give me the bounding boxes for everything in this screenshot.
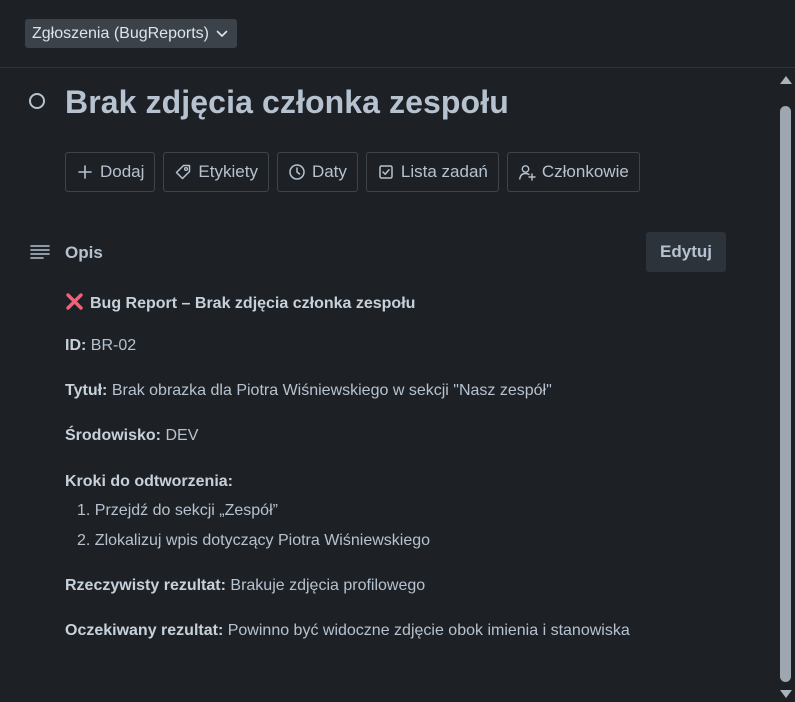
card-header: Zgłoszenia (BugReports) [0,0,795,68]
labels-button-label: Etykiety [198,162,258,181]
scroll-down-arrow-icon[interactable] [780,690,792,698]
members-button[interactable]: Członkowie [506,152,640,192]
actual-result-value: Brakuje zdjęcia profilowego [230,577,426,594]
plus-icon [76,163,94,181]
members-button-label: Członkowie [541,162,629,181]
title-label: Tytuł: [65,382,108,399]
steps-heading: Kroki do odtworzenia: [65,473,233,491]
chevron-down-icon [215,27,229,41]
card-complete-checkbox[interactable] [29,93,45,109]
cross-mark-icon [65,292,84,311]
environment-line: Środowisko: DEV [65,427,198,445]
description-label: Opis [65,243,103,262]
checklist-button[interactable]: Lista zadań [365,152,499,192]
checklist-button-label: Lista zadań [400,162,488,181]
labels-button[interactable]: Etykiety [163,152,269,192]
scroll-up-arrow-icon[interactable] [780,76,792,84]
vertical-scrollbar[interactable] [777,70,795,702]
list-item: 2. Zlokalizuj wpis dotyczący Piotra Wiśn… [77,532,431,549]
card-title[interactable]: Brak zdjęcia członka zespołu [65,84,509,121]
clock-icon [288,163,306,181]
scroll-thumb[interactable] [780,106,791,682]
list-name: Zgłoszenia (BugReports) [32,24,209,42]
edit-description-button[interactable]: Edytuj [646,232,726,272]
checklist-icon [377,163,395,181]
tag-icon [174,163,192,181]
add-member-icon [518,163,536,181]
environment-label: Środowisko: [65,427,162,444]
card-actions: Dodaj Etykiety Daty Lista zadań Członkow… [65,152,640,192]
description-heading: Bug Report – Brak zdjęcia członka zespoł… [65,292,415,313]
heading-text: Bug Report – Brak zdjęcia członka zespoł… [90,295,416,312]
actual-result-line: Rzeczywisty rezultat: Brakuje zdjęcia pr… [65,577,425,595]
description-icon [30,244,50,260]
list-selector[interactable]: Zgłoszenia (BugReports) [25,19,237,48]
id-label: ID: [65,337,87,354]
environment-value: DEV [165,427,199,444]
actual-result-label: Rzeczywisty rezultat: [65,577,226,594]
id-value: BR-02 [90,337,137,354]
title-value: Brak obrazka dla Piotra Wiśniewskiego w … [111,382,552,399]
id-line: ID: BR-02 [65,337,136,355]
dates-button[interactable]: Daty [276,152,358,192]
list-item: 1. Przejdź do sekcji „Zespół” [77,502,278,519]
expected-result-line: Oczekiwany rezultat: Powinno być widoczn… [65,622,630,640]
steps-label: Kroki do odtworzenia: [65,473,233,490]
dates-button-label: Daty [311,162,347,181]
add-button-label: Dodaj [100,162,145,181]
expected-result-label: Oczekiwany rezultat: [65,622,224,639]
title-line: Tytuł: Brak obrazka dla Piotra Wiśniewsk… [65,382,552,400]
add-button[interactable]: Dodaj [65,152,156,192]
expected-result-value: Powinno być widoczne zdjęcie obok imieni… [227,622,630,639]
